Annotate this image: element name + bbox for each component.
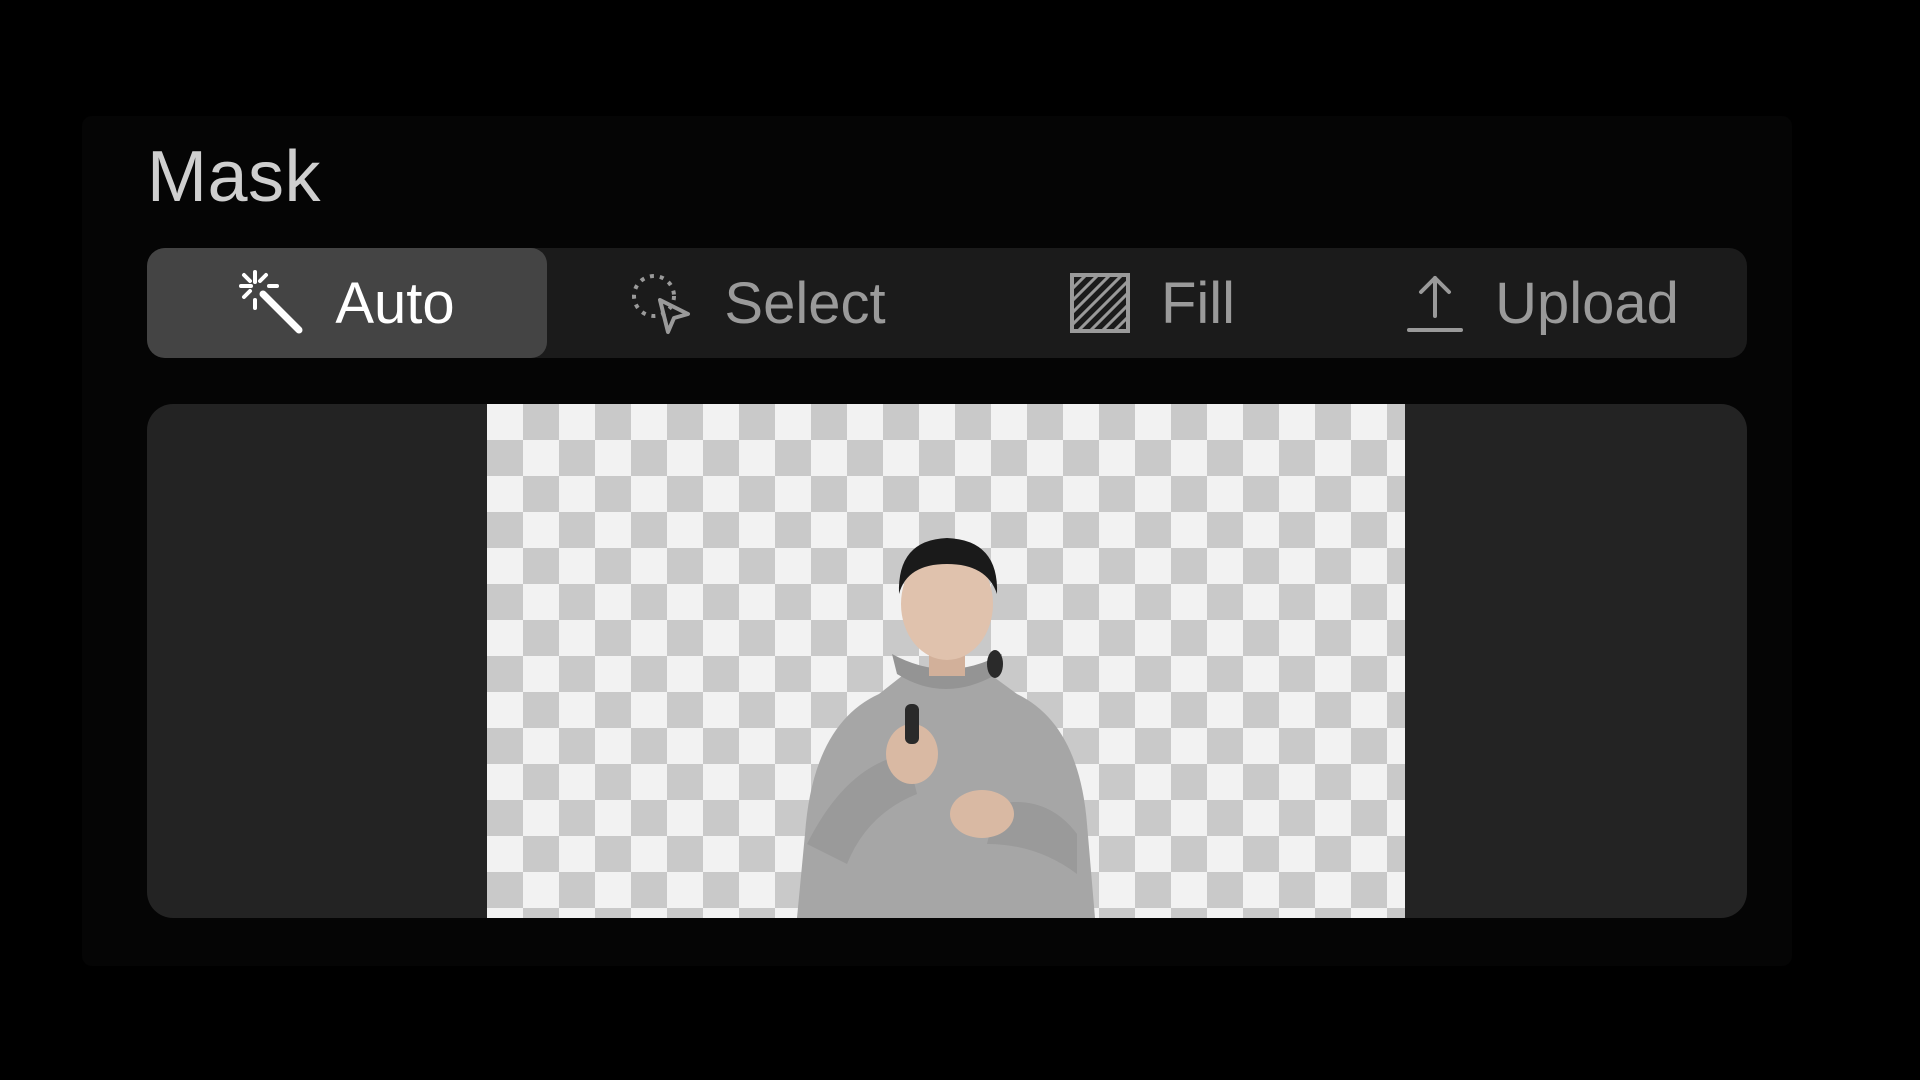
tab-fill-label: Fill [1160, 270, 1236, 336]
tab-fill[interactable]: Fill [967, 248, 1337, 358]
lasso-select-icon [628, 270, 694, 336]
tab-auto-label: Auto [335, 270, 455, 336]
masked-person-image [797, 538, 1095, 918]
mask-preview [147, 404, 1747, 918]
tab-upload-label: Upload [1495, 270, 1679, 336]
transparency-canvas [487, 404, 1405, 918]
mask-panel: Mask Auto Select Fill Upload [82, 116, 1792, 966]
upload-icon [1405, 270, 1465, 336]
mask-mode-tabs: Auto Select Fill Upload [147, 248, 1747, 358]
magic-wand-icon [239, 270, 305, 336]
tab-select[interactable]: Select [547, 248, 967, 358]
tab-auto[interactable]: Auto [147, 248, 547, 358]
tab-select-label: Select [724, 270, 886, 336]
panel-title: Mask [147, 137, 322, 217]
hatched-fill-icon [1069, 272, 1131, 334]
tab-upload[interactable]: Upload [1337, 248, 1747, 358]
